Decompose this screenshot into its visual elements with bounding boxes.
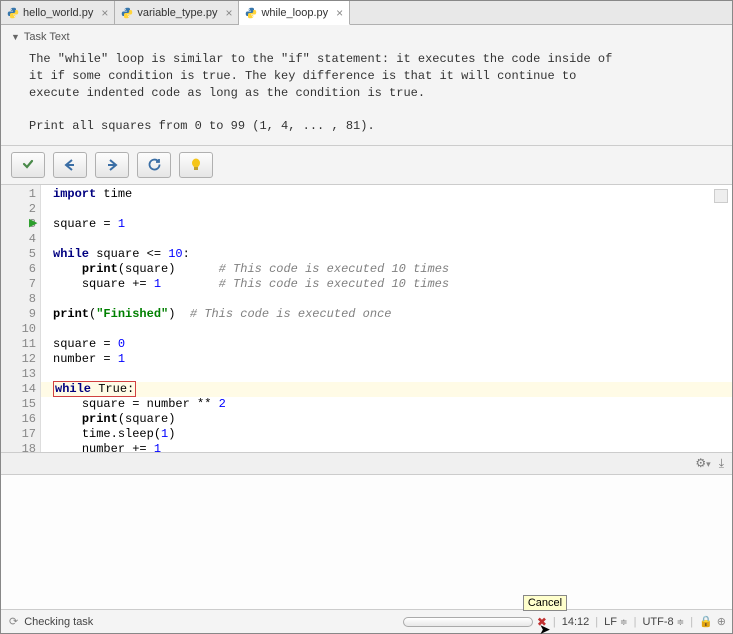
code-token: : (127, 382, 134, 396)
code-token: import (53, 187, 96, 201)
code-token: # This code is executed 10 times (219, 262, 449, 276)
code-token: print (82, 412, 118, 426)
line-number: 16 (1, 412, 36, 427)
task-text-body: The "while" loop is similar to the "if" … (11, 51, 722, 135)
code-token: 10 (168, 247, 182, 261)
task-text-panel: ▼ Task Text The "while" loop is similar … (1, 25, 732, 146)
line-number: 13 (1, 367, 36, 382)
line-number: 7 (1, 277, 36, 292)
code-token: square += (82, 277, 154, 291)
line-number: 15 (1, 397, 36, 412)
code-token: : (183, 247, 190, 261)
separator: | (632, 616, 639, 628)
line-number: 12 (1, 352, 36, 367)
line-number: 5 (1, 247, 36, 262)
python-icon (121, 7, 133, 19)
code-token: number = (53, 352, 118, 366)
check-button[interactable] (11, 152, 45, 178)
prev-button[interactable] (53, 152, 87, 178)
task-toolbar (1, 146, 732, 185)
code-token: while (55, 382, 91, 396)
lower-panel (1, 475, 732, 609)
code-token: (square) (118, 412, 176, 426)
line-separator[interactable]: LF ≑ (604, 616, 627, 628)
code-token: print (53, 307, 89, 321)
code-token: square <= (89, 247, 168, 261)
python-icon (7, 7, 19, 19)
separator: | (688, 616, 695, 628)
task-text-title: Task Text (24, 31, 70, 43)
code-token: time.sleep( (82, 427, 161, 441)
refresh-button[interactable] (137, 152, 171, 178)
code-token (175, 307, 189, 321)
mouse-cursor: ➤ (539, 621, 551, 634)
code-token: print (82, 262, 118, 276)
hint-button[interactable] (179, 152, 213, 178)
line-number: 10 (1, 322, 36, 337)
code-token: number += (82, 442, 154, 456)
collapse-icon: ▼ (11, 32, 20, 42)
line-number: 6 (1, 262, 36, 277)
task-text-header[interactable]: ▼ Task Text (11, 31, 722, 43)
python-icon (245, 7, 257, 19)
code-token: 1 (118, 217, 125, 231)
close-icon[interactable]: × (101, 6, 108, 20)
inspector-icon[interactable]: ⊕ (717, 615, 726, 628)
code-token: square = number ** (82, 397, 219, 411)
next-button[interactable] (95, 152, 129, 178)
code-token: square = (53, 337, 118, 351)
gear-icon[interactable]: ⚙▾ (695, 456, 710, 470)
code-token: # This code is executed 10 times (219, 277, 449, 291)
editor-eye-icon[interactable] (714, 189, 728, 203)
lock-icon[interactable]: 🔒 (699, 615, 713, 628)
caret-position: 14:12 (562, 616, 590, 628)
tab-while-loop[interactable]: while_loop.py × (239, 1, 350, 25)
line-number: 2 (1, 202, 36, 217)
background-task-icon[interactable]: ⟳ (9, 615, 18, 628)
line-number: 8 (1, 292, 36, 307)
code-token: 0 (118, 337, 125, 351)
code-token: (square) (118, 262, 176, 276)
tab-label: variable_type.py (137, 7, 217, 19)
line-number: 18 (1, 442, 36, 457)
cancel-button[interactable]: ✖ Cancel ➤ (537, 615, 547, 629)
editor-tabs: hello_world.py × variable_type.py × whil… (1, 1, 732, 25)
line-number: 17 (1, 427, 36, 442)
code-token: True (91, 382, 127, 396)
separator: | (551, 616, 558, 628)
code-token: while (53, 247, 89, 261)
line-number: 1 (1, 187, 36, 202)
tab-hello-world[interactable]: hello_world.py × (1, 1, 115, 24)
separator: | (593, 616, 600, 628)
status-bar: ⟳ Checking task ✖ Cancel ➤ | 14:12 | LF … (1, 609, 732, 633)
cancel-tooltip: Cancel (523, 595, 567, 611)
tab-label: hello_world.py (23, 7, 93, 19)
code-token: "Finished" (96, 307, 168, 321)
tab-variable-type[interactable]: variable_type.py × (115, 1, 239, 24)
code-token: square = (53, 217, 118, 231)
status-task-label: Checking task (24, 616, 93, 628)
run-gutter-icon[interactable]: ▶ (29, 216, 37, 230)
close-icon[interactable]: × (336, 6, 343, 20)
download-icon[interactable]: ⤓ (719, 456, 724, 471)
code-editor[interactable]: 1 2 3 4 5 6 7 8 9 10 11 12 13 14 15 16 1… (1, 185, 732, 453)
tab-label: while_loop.py (261, 7, 328, 19)
close-icon[interactable]: × (225, 6, 232, 20)
code-token: 1 (154, 277, 161, 291)
line-number: 11 (1, 337, 36, 352)
code-token: 1 (118, 352, 125, 366)
progress-bar (403, 617, 533, 627)
line-number: 4 (1, 232, 36, 247)
line-number: 14 (1, 382, 36, 397)
code-token: time (96, 187, 132, 201)
code-token: 1 (154, 442, 161, 456)
encoding[interactable]: UTF-8 ≑ (642, 616, 684, 628)
code-area[interactable]: import time square = 1 while square <= 1… (41, 185, 732, 452)
line-gutter: 1 2 3 4 5 6 7 8 9 10 11 12 13 14 15 16 1… (1, 185, 41, 452)
code-token: 2 (219, 397, 226, 411)
line-number: 9 (1, 307, 36, 322)
code-token: # This code is executed once (190, 307, 392, 321)
code-token: ) (168, 427, 175, 441)
